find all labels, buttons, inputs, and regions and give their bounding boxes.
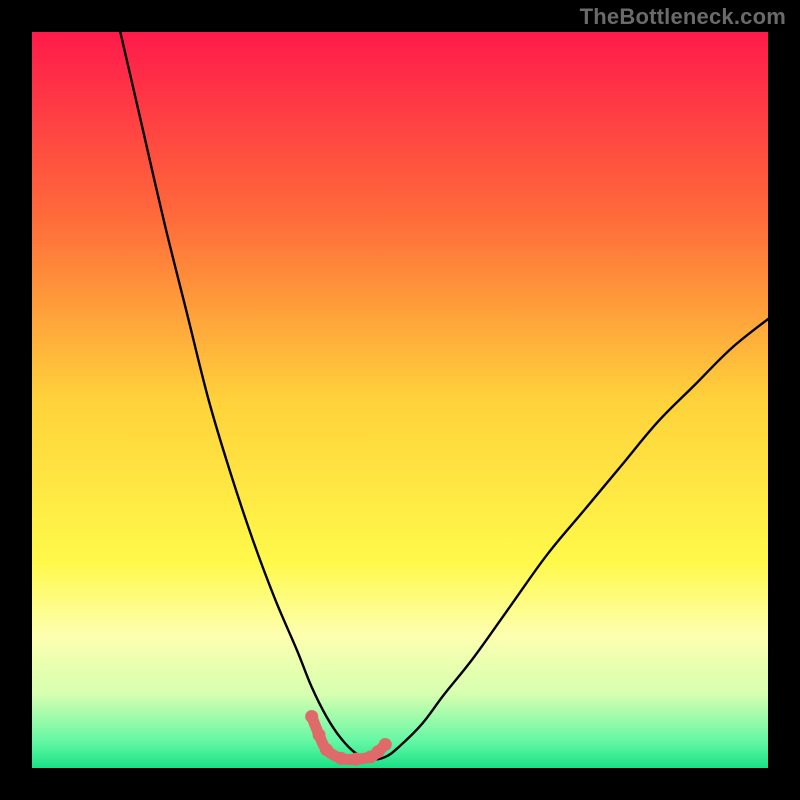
- highlight-dot: [379, 738, 392, 751]
- watermark-text: TheBottleneck.com: [580, 4, 786, 30]
- plot-area: [32, 32, 768, 768]
- highlight-dot: [349, 753, 362, 766]
- chart-frame: TheBottleneck.com: [0, 0, 800, 800]
- highlight-dot: [335, 752, 348, 765]
- bottleneck-chart: [32, 32, 768, 768]
- gradient-background: [32, 32, 768, 768]
- highlight-dot: [313, 728, 326, 741]
- highlight-dot: [305, 710, 318, 723]
- highlight-dot: [320, 743, 333, 756]
